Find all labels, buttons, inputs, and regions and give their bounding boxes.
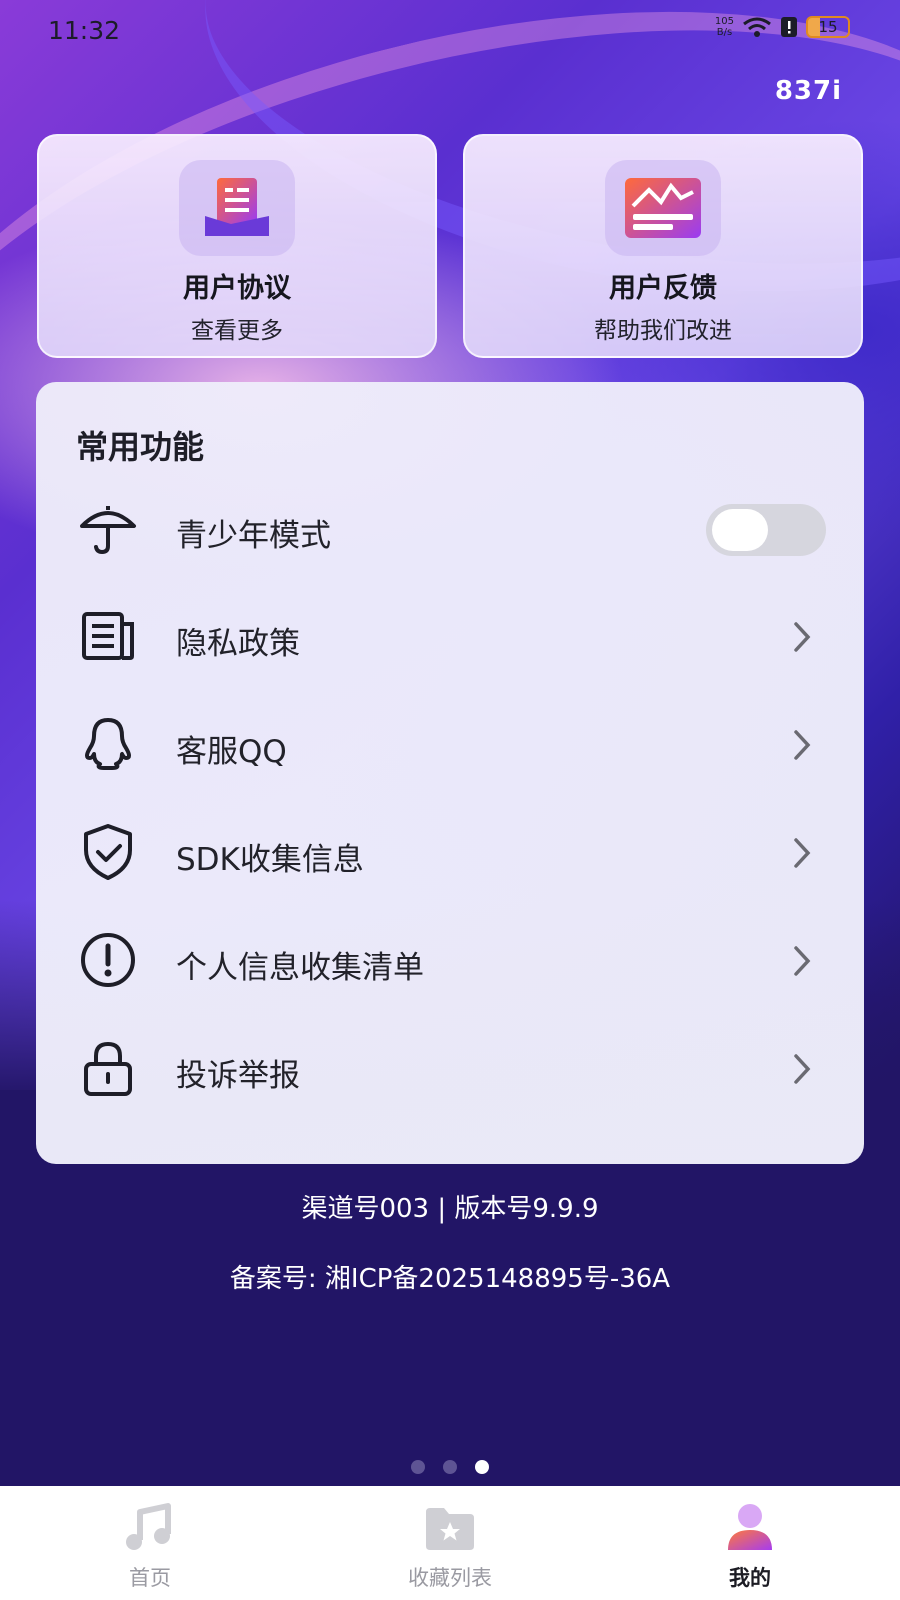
document-icon <box>205 178 269 236</box>
card-title: 用户反馈 <box>609 273 717 304</box>
exclamation-circle-icon <box>81 933 135 987</box>
page-dot-active[interactable] <box>475 1460 489 1474</box>
teen-mode-toggle[interactable] <box>706 504 826 556</box>
wifi-icon <box>743 17 771 37</box>
row-privacy-policy[interactable]: 隐私政策 <box>36 582 864 692</box>
chevron-right-icon <box>794 1054 811 1084</box>
chevron-right-icon <box>794 622 811 652</box>
network-speed-unit: B/s <box>716 27 733 38</box>
feedback-chart-icon <box>625 178 701 238</box>
tab-label: 首页 <box>129 1566 171 1590</box>
row-personal-info-list[interactable]: 个人信息收集清单 <box>36 906 864 1016</box>
tab-label: 我的 <box>729 1566 771 1590</box>
bottom-tab-bar: 首页 收藏列表 我的 <box>0 1486 900 1600</box>
common-functions-panel: 常用功能 青少年模式 隐私政策 客服QQ SDK收集信息 个人信息收集清单 投诉… <box>36 382 864 1164</box>
newspaper-icon <box>82 612 134 660</box>
tab-favorites[interactable]: 收藏列表 <box>300 1486 600 1600</box>
row-customer-service-qq[interactable]: 客服QQ <box>36 690 864 800</box>
page-indicator <box>0 1460 900 1474</box>
row-label: 个人信息收集清单 <box>176 950 424 986</box>
tab-mine[interactable]: 我的 <box>600 1486 900 1600</box>
alert-icon <box>781 17 797 37</box>
status-time: 11:32 <box>48 16 121 45</box>
chevron-right-icon <box>794 838 811 868</box>
row-sdk-info[interactable]: SDK收集信息 <box>36 798 864 908</box>
card-subtitle: 查看更多 <box>191 318 283 344</box>
user-feedback-card[interactable]: 用户反馈 帮助我们改进 <box>463 134 863 358</box>
row-teen-mode[interactable]: 青少年模式 <box>36 474 864 584</box>
row-label: 客服QQ <box>176 734 287 770</box>
network-speed-value: 105 <box>714 16 734 27</box>
page-dot[interactable] <box>443 1460 457 1474</box>
lock-icon <box>84 1041 132 1096</box>
chevron-right-icon <box>794 946 811 976</box>
card-icon-container <box>605 160 721 256</box>
qq-icon <box>85 718 131 770</box>
card-icon-container <box>179 160 295 256</box>
panel-title: 常用功能 <box>76 428 205 466</box>
user-icon <box>728 1504 772 1550</box>
card-title: 用户协议 <box>183 273 291 304</box>
row-label: 投诉举报 <box>176 1058 300 1094</box>
status-bar: 11:32 105 B/s 15 <box>0 0 900 60</box>
music-note-icon <box>126 1503 171 1550</box>
shield-check-icon <box>84 824 132 880</box>
channel-version-info: 渠道号003 | 版本号9.9.9 <box>301 1194 599 1224</box>
chevron-right-icon <box>794 730 811 760</box>
battery-indicator: 15 <box>806 16 850 38</box>
top-right-label: 837i <box>774 76 842 106</box>
row-label: 青少年模式 <box>176 518 331 554</box>
status-icons: 105 B/s 15 <box>715 16 850 38</box>
folder-star-icon <box>426 1508 474 1550</box>
tab-label: 收藏列表 <box>408 1566 492 1590</box>
page-dot[interactable] <box>411 1460 425 1474</box>
row-complaint-report[interactable]: 投诉举报 <box>36 1014 864 1124</box>
tab-home[interactable]: 首页 <box>0 1486 300 1600</box>
icp-record-number: 备案号: 湘ICP备2025148895号-36A <box>229 1264 671 1294</box>
row-label: SDK收集信息 <box>176 842 364 878</box>
umbrella-icon <box>80 506 136 555</box>
row-label: 隐私政策 <box>176 626 300 662</box>
network-speed: 105 B/s <box>715 16 734 38</box>
user-agreement-card[interactable]: 用户协议 查看更多 <box>37 134 437 358</box>
toggle-knob <box>712 509 768 551</box>
card-subtitle: 帮助我们改进 <box>594 318 732 344</box>
